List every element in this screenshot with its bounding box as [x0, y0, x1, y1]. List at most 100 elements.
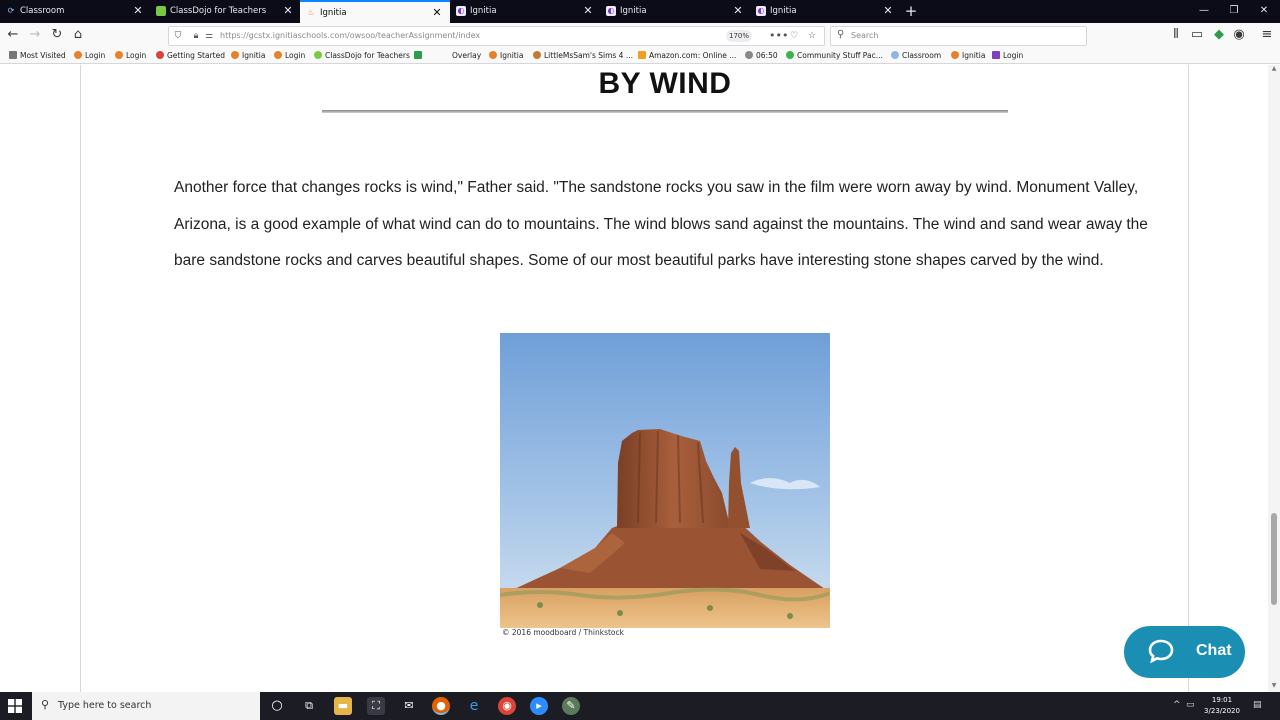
close-icon[interactable]: ✕: [283, 5, 293, 17]
section-heading: BY WIND: [598, 67, 732, 100]
bookmark-item[interactable]: Most Visited: [9, 50, 66, 62]
tab-ignitia[interactable]: ◐ Ignitia ✕: [450, 0, 600, 23]
bookmark-item[interactable]: Ignitia: [489, 50, 523, 62]
permissions-icon[interactable]: ⚌: [203, 29, 215, 43]
window-close-icon[interactable]: ✕: [1256, 3, 1272, 19]
close-icon[interactable]: ✕: [432, 7, 442, 19]
new-tab-button[interactable]: +: [904, 2, 918, 20]
monument-valley-photo: [500, 333, 830, 628]
menu-icon[interactable]: ≡: [1258, 26, 1276, 44]
bookmark-item[interactable]: [414, 50, 425, 62]
bookmark-item[interactable]: Amazon.com: Online ...: [638, 50, 736, 62]
scroll-thumb[interactable]: [1271, 513, 1277, 605]
file-explorer-icon[interactable]: ▬: [334, 697, 352, 715]
taskbar-search-placeholder: Type here to search: [58, 700, 152, 711]
butte-illustration: [500, 333, 830, 628]
scroll-down-icon[interactable]: ▼: [1268, 682, 1280, 692]
chat-button[interactable]: Chat: [1124, 626, 1245, 678]
firefox-icon[interactable]: ●: [432, 697, 450, 715]
vertical-scrollbar[interactable]: ▲ ▼: [1268, 65, 1280, 692]
close-icon[interactable]: ✕: [583, 5, 593, 17]
bookmark-item[interactable]: Community Stuff Pac...: [786, 50, 883, 62]
cortana-icon[interactable]: ○: [268, 697, 286, 715]
browser-tab-strip: ⟳ Classroom ✕ ClassDojo for Teachers ✕ ♨…: [0, 0, 1280, 23]
content-border-left: [80, 65, 81, 692]
library-icon[interactable]: ⫴: [1167, 26, 1185, 44]
search-icon: ⚲: [41, 698, 50, 711]
sidebar-icon[interactable]: ▭: [1188, 26, 1206, 44]
ignitia-icon: [992, 51, 1000, 59]
firefox-icon: [156, 51, 164, 59]
scroll-up-icon[interactable]: ▲: [1268, 65, 1280, 75]
tab-ignitia-active[interactable]: ♨ Ignitia ✕: [300, 0, 450, 23]
home-icon[interactable]: ⌂: [69, 26, 87, 44]
tab-ignitia[interactable]: ◐ Ignitia ✕: [600, 0, 750, 23]
notifications-icon[interactable]: ▤: [1253, 700, 1262, 710]
classdojo-icon: [156, 6, 166, 16]
bookmark-item[interactable]: Login: [115, 50, 146, 62]
bookmark-item[interactable]: Ignitia: [951, 50, 985, 62]
chrome-icon[interactable]: ◉: [498, 697, 516, 715]
edge-icon[interactable]: e: [465, 697, 483, 715]
tab-title: Ignitia: [320, 8, 347, 18]
back-icon[interactable]: ←: [4, 26, 22, 44]
classroom-icon: [891, 51, 899, 59]
network-icon[interactable]: ▭: [1186, 700, 1195, 710]
bookmark-item[interactable]: Getting Started: [156, 50, 225, 62]
minimize-icon[interactable]: —: [1196, 3, 1212, 19]
restore-icon[interactable]: ❐: [1226, 3, 1242, 19]
pocket-icon[interactable]: ♡: [788, 29, 800, 43]
bookmarks-toolbar: Most Visited Login Login Getting Started…: [0, 48, 1280, 64]
clock-time: 19:01: [1211, 696, 1233, 704]
sheet-icon: [414, 51, 422, 59]
ignitia-flame-icon: [231, 51, 239, 59]
account-icon[interactable]: ◉: [1230, 26, 1248, 44]
tab-classroom[interactable]: ⟳ Classroom ✕: [0, 0, 150, 23]
bookmark-item[interactable]: Login: [992, 50, 1023, 62]
url-text[interactable]: https://gcstx.ignitiaschools.com/owsoo/t…: [220, 31, 480, 40]
content-border-right: [1188, 65, 1189, 692]
ignitia-flame-icon: [74, 51, 82, 59]
tab-title: Ignitia: [620, 6, 647, 16]
ignitia-flame-icon: [115, 51, 123, 59]
page-actions-icon[interactable]: •••: [769, 29, 788, 43]
bookmark-item[interactable]: LittleMsSam's Sims 4 ...: [533, 50, 633, 62]
zoom-level-badge[interactable]: 170%: [726, 30, 752, 42]
search-bar[interactable]: ⚲ Search: [830, 26, 1087, 46]
app-icon[interactable]: ✎: [562, 697, 580, 715]
sims-icon: [533, 51, 541, 59]
bookmark-star-icon[interactable]: ☆: [806, 29, 818, 43]
search-icon: ⚲: [837, 29, 845, 40]
url-bar[interactable]: ⛉ 🔒︎ ⚌ https://gcstx.ignitiaschools.com/…: [168, 26, 825, 46]
tab-classdojo[interactable]: ClassDojo for Teachers ✕: [150, 0, 300, 23]
bookmark-item[interactable]: Classroom: [891, 50, 941, 62]
bookmark-item[interactable]: ClassDojo for Teachers: [314, 50, 410, 62]
mail-icon[interactable]: ✉: [400, 697, 418, 715]
shield-icon[interactable]: ⛉: [172, 29, 184, 43]
bookmark-item[interactable]: Login: [74, 50, 105, 62]
bookmark-item[interactable]: Ignitia: [231, 50, 265, 62]
close-icon[interactable]: ✕: [883, 5, 893, 17]
bookmark-item[interactable]: Overlay: [452, 50, 481, 62]
forward-icon[interactable]: →: [26, 26, 44, 44]
lock-icon[interactable]: 🔒︎: [190, 29, 202, 43]
tray-chevron-icon[interactable]: ^: [1173, 700, 1181, 710]
task-view-icon[interactable]: ⧉: [300, 697, 318, 715]
tab-title: Ignitia: [470, 6, 497, 16]
taskbar-clock[interactable]: 19:01 3/23/2020: [1198, 695, 1246, 717]
amazon-icon: [638, 51, 646, 59]
tab-ignitia[interactable]: ◐ Ignitia ✕: [750, 0, 900, 23]
classroom-icon: ⟳: [7, 6, 15, 15]
reload-icon[interactable]: ↻: [48, 26, 66, 44]
bookmark-item[interactable]: Login: [274, 50, 305, 62]
windows-start-icon[interactable]: [8, 699, 22, 713]
bookmark-item[interactable]: 06:50: [745, 50, 778, 62]
taskbar-search-box[interactable]: ⚲ Type here to search: [32, 692, 260, 720]
store-icon[interactable]: ⛶: [367, 697, 385, 715]
clock-icon: [745, 51, 753, 59]
navigation-toolbar: ← → ↻ ⌂ ⛉ 🔒︎ ⚌ https://gcstx.ignitiascho…: [0, 23, 1280, 48]
close-icon[interactable]: ✕: [133, 5, 143, 17]
extension-icon[interactable]: ◆: [1210, 26, 1228, 44]
close-icon[interactable]: ✕: [733, 5, 743, 17]
zoom-icon[interactable]: ▸: [530, 697, 548, 715]
